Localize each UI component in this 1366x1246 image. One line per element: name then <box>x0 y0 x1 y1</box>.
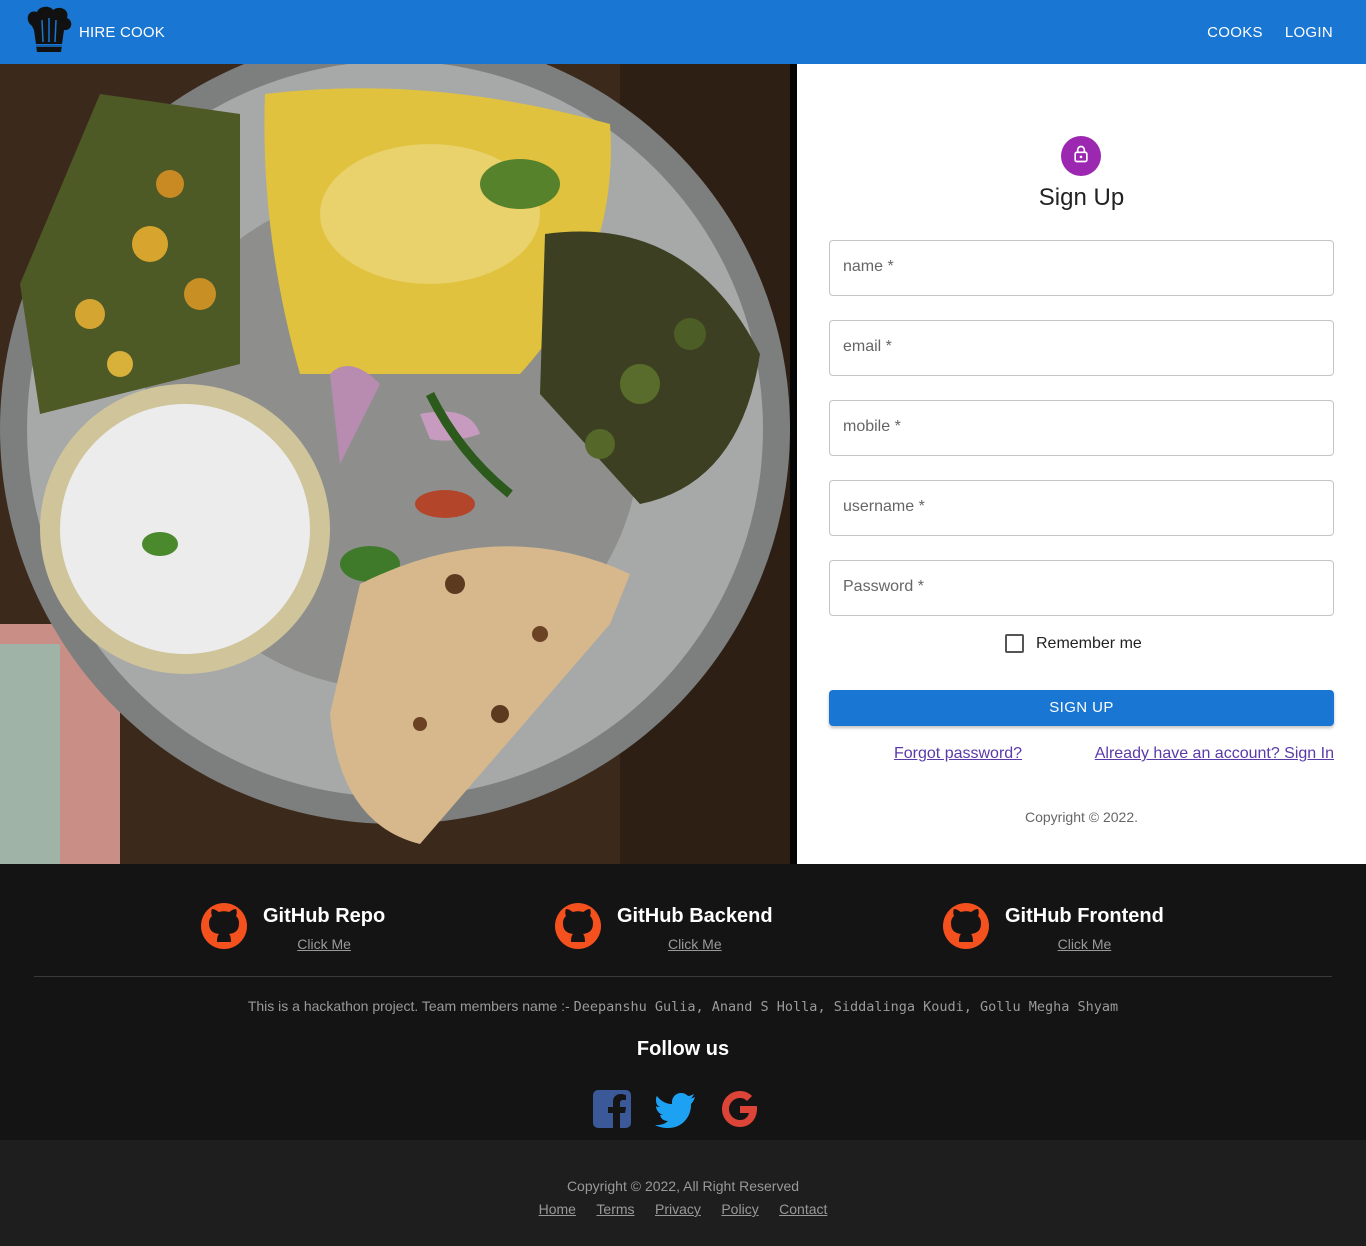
chef-hat-icon <box>24 6 74 59</box>
username-input[interactable] <box>830 481 1313 533</box>
footer-divider <box>34 976 1332 977</box>
brand-title[interactable]: HIRE COOK <box>79 24 165 41</box>
github-backend-link[interactable]: Click Me <box>668 936 722 952</box>
brand[interactable]: HIRE COOK <box>24 6 165 59</box>
footer-link-home[interactable]: Home <box>539 1201 576 1217</box>
checkbox-box[interactable] <box>1005 634 1024 653</box>
signup-panel: Sign Up Remember me SIGN UP Forgot passw… <box>797 64 1366 864</box>
email-input[interactable] <box>830 321 1313 373</box>
nav-login-button[interactable]: LOGIN <box>1274 18 1344 47</box>
top-nav: COOKS LOGIN <box>1196 0 1344 64</box>
team-names: Deepanshu Gulia, Anand S Holla, Siddalin… <box>573 999 1119 1015</box>
footer-bottom: Copyright © 2022, All Right Reserved Hom… <box>0 1140 1366 1246</box>
twitter-icon[interactable] <box>655 1088 719 1135</box>
app-bar: HIRE COOK COOKS LOGIN <box>0 0 1366 64</box>
follow-us-heading: Follow us <box>636 1038 730 1060</box>
footer-copyright: Copyright © 2022, All Right Reserved <box>566 1178 800 1194</box>
hero-food-image <box>0 64 797 864</box>
footer-link-contact[interactable]: Contact <box>779 1201 827 1217</box>
email-field[interactable] <box>829 320 1334 376</box>
lock-icon <box>1071 144 1091 169</box>
facebook-icon[interactable] <box>591 1088 655 1135</box>
github-icon[interactable] <box>942 902 990 955</box>
github-repo-title: GitHub Repo <box>263 905 386 927</box>
mobile-input[interactable] <box>830 401 1313 453</box>
username-field[interactable] <box>829 480 1334 536</box>
sign-in-link[interactable]: Already have an account? Sign In <box>1095 745 1334 763</box>
social-links <box>591 1088 783 1135</box>
footer: GitHub Repo Click Me GitHub Backend Clic… <box>0 864 1366 1140</box>
name-field[interactable] <box>829 240 1334 296</box>
forgot-password-link[interactable]: Forgot password? <box>894 745 1022 763</box>
github-frontend-title: GitHub Frontend <box>1005 905 1164 927</box>
team-prefix: This is a hackathon project. Team member… <box>247 998 570 1014</box>
github-frontend-link[interactable]: Click Me <box>1058 936 1112 952</box>
github-frontend-block: GitHub Frontend Click Me <box>942 902 1164 955</box>
footer-links: Home Terms Privacy Policy Contact <box>0 1201 1366 1219</box>
footer-link-terms[interactable]: Terms <box>596 1201 634 1217</box>
page-title: Sign Up <box>1038 184 1125 211</box>
password-field[interactable] <box>829 560 1334 616</box>
remember-me-checkbox[interactable]: Remember me <box>1005 634 1142 653</box>
form-copyright: Copyright © 2022. <box>1024 809 1139 825</box>
name-input[interactable] <box>830 241 1313 293</box>
nav-cooks-button[interactable]: COOKS <box>1196 18 1274 47</box>
mobile-field[interactable] <box>829 400 1334 456</box>
github-backend-title: GitHub Backend <box>617 905 773 927</box>
github-icon[interactable] <box>200 902 248 955</box>
github-backend-block: GitHub Backend Click Me <box>554 902 773 955</box>
lock-avatar <box>1061 136 1101 176</box>
footer-link-privacy[interactable]: Privacy <box>655 1201 701 1217</box>
remember-me-label[interactable]: Remember me <box>1036 635 1142 653</box>
password-input[interactable] <box>830 561 1313 613</box>
github-icon[interactable] <box>554 902 602 955</box>
github-repo-link[interactable]: Click Me <box>297 936 351 952</box>
github-repo-block: GitHub Repo Click Me <box>200 902 385 955</box>
footer-link-policy[interactable]: Policy <box>721 1201 758 1217</box>
google-icon[interactable] <box>719 1088 783 1135</box>
sign-up-button[interactable]: SIGN UP <box>829 690 1334 726</box>
team-credits: This is a hackathon project. Team member… <box>0 998 1366 1015</box>
